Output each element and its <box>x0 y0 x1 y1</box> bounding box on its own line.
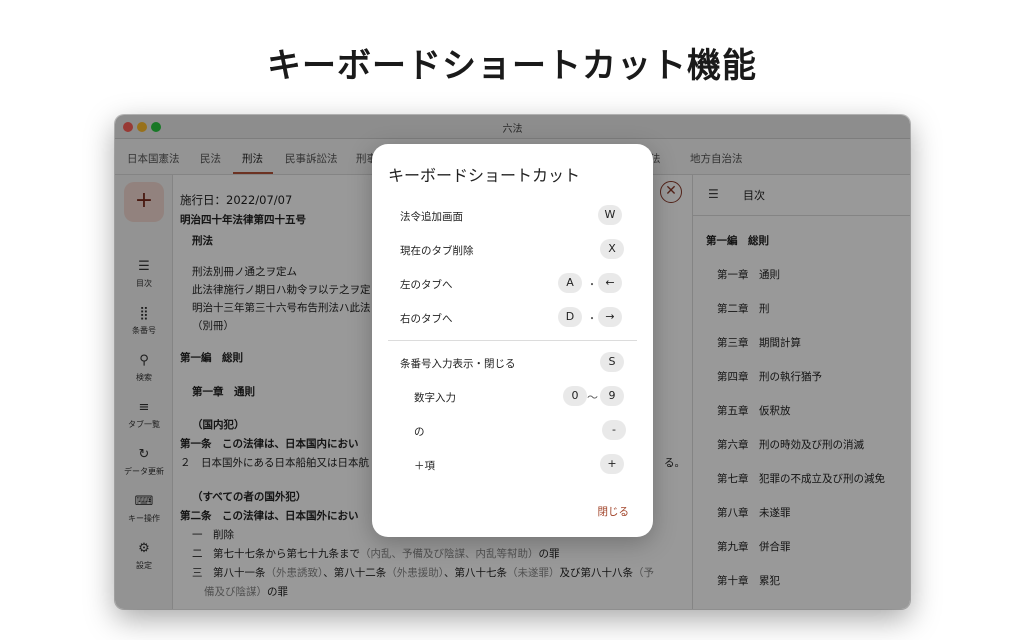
key-badge: D <box>558 307 582 327</box>
shortcut-label: 右のタブへ <box>400 313 453 325</box>
shortcut-label: 条番号入力表示・閉じる <box>400 358 516 370</box>
arrow-left-key: ← <box>598 273 622 293</box>
arrow-right-key: → <box>598 307 622 327</box>
app-window: 六法 日本国憲法 民法 刑法 民事訴訟法 刑事 法 地方自治法 + ☰ 目次 ⣿… <box>115 115 910 609</box>
shortcut-row-no: の - <box>372 420 653 442</box>
shortcut-row-digits: 数字入力 0 〜 9 <box>372 386 653 408</box>
page-headline: キーボードショートカット機能 <box>267 46 757 86</box>
key-badge: 9 <box>600 386 624 406</box>
key-badge: X <box>600 239 624 259</box>
dialog-divider <box>388 340 637 341</box>
shortcut-row-add-law: 法令追加画面 W <box>372 205 653 227</box>
shortcut-label: 現在のタブ削除 <box>400 245 474 257</box>
dialog-close-button[interactable]: 閉じる <box>598 504 630 519</box>
key-badge: + <box>600 454 624 474</box>
key-separator: 〜 <box>587 391 598 404</box>
shortcut-label: 左のタブへ <box>400 279 453 291</box>
key-badge: A <box>558 273 582 293</box>
shortcut-label: ＋項 <box>414 460 435 472</box>
shortcut-row-article-input: 条番号入力表示・閉じる S <box>372 352 653 374</box>
shortcut-label: の <box>414 426 425 438</box>
key-badge: - <box>602 420 626 440</box>
shortcut-row-close-tab: 現在のタブ削除 X <box>372 239 653 261</box>
key-badge: 0 <box>563 386 587 406</box>
shortcut-dialog: キーボードショートカット 法令追加画面 W 現在のタブ削除 X 左のタブへ A … <box>372 144 653 537</box>
shortcut-label: 法令追加画面 <box>400 211 463 223</box>
key-separator: ・ <box>587 280 597 291</box>
shortcut-row-right-tab: 右のタブへ D ・ → <box>372 307 653 329</box>
shortcut-row-left-tab: 左のタブへ A ・ ← <box>372 273 653 295</box>
shortcut-row-kou: ＋項 + <box>372 454 653 476</box>
key-separator: ・ <box>587 314 597 325</box>
shortcut-label: 数字入力 <box>414 392 456 404</box>
dialog-title: キーボードショートカット <box>388 166 581 185</box>
key-badge: S <box>600 352 624 372</box>
key-badge: W <box>598 205 622 225</box>
